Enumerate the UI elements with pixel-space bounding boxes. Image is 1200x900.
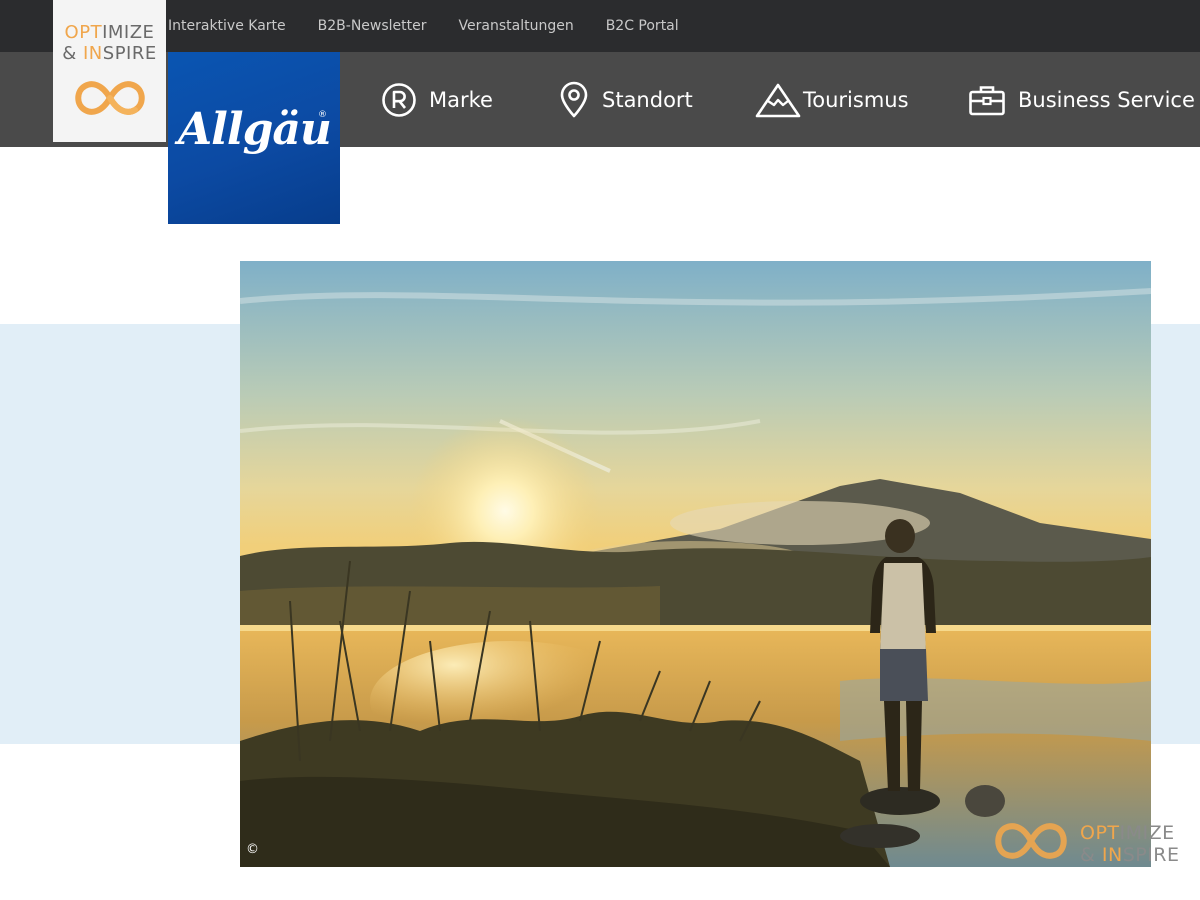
allgaeu-logo-text: Allgäu	[178, 104, 332, 155]
badge-line-optimize: OPTIMIZE	[53, 22, 166, 43]
link-veranstaltungen[interactable]: Veranstaltungen	[459, 18, 574, 34]
lake-sunrise-photo	[240, 261, 1151, 867]
nav-item-marke[interactable]: Marke	[381, 52, 493, 147]
watermark-optimize-accent: OPT	[1080, 822, 1120, 844]
nav-item-tourismus[interactable]: Tourismus	[755, 52, 909, 147]
nav-label-tourismus: Tourismus	[803, 87, 909, 112]
location-pin-icon	[560, 81, 588, 117]
watermark-infinity-icon	[995, 823, 1067, 859]
utility-links: Interaktive Karte B2B-Newsletter Veranst…	[168, 0, 711, 52]
nav-label-marke: Marke	[429, 87, 493, 112]
watermark-optimize-rest: IMIZE	[1119, 822, 1175, 844]
watermark-inspire-rest: SPIRE	[1122, 844, 1180, 866]
watermark-inspire-start: & IN	[1080, 844, 1123, 866]
registered-mark: ®	[318, 110, 327, 120]
badge-inspire-start: & IN	[62, 43, 103, 64]
hero-image	[240, 261, 1151, 867]
infinity-logo-icon	[75, 81, 145, 115]
photo-copyright: ©	[246, 842, 259, 857]
briefcase-icon	[969, 85, 1005, 115]
badge-optimize-accent: OPT	[64, 22, 103, 43]
nav-item-standort[interactable]: Standort	[558, 52, 693, 147]
allgaeu-logo[interactable]: Allgäu ®	[168, 52, 340, 224]
nav-label-standort: Standort	[602, 87, 693, 112]
optimize-inspire-badge: OPTIMIZE & INSPIRE	[53, 0, 166, 142]
watermark-line-inspire: & INSPIRE	[1080, 844, 1180, 866]
mountain-icon	[755, 83, 801, 117]
link-b2c-portal[interactable]: B2C Portal	[606, 18, 679, 34]
registered-icon	[382, 82, 416, 117]
badge-line-inspire: & INSPIRE	[53, 43, 166, 64]
badge-optimize-rest: IMIZE	[102, 22, 155, 43]
link-interaktive-karte[interactable]: Interaktive Karte	[168, 18, 286, 34]
link-b2b-newsletter[interactable]: B2B-Newsletter	[318, 18, 427, 34]
badge-inspire-rest: SPIRE	[102, 43, 157, 64]
nav-item-business-service[interactable]: Business Service	[968, 52, 1195, 147]
watermark-line-optimize: OPTIMIZE	[1080, 822, 1175, 844]
nav-label-business-service: Business Service	[1018, 87, 1195, 112]
